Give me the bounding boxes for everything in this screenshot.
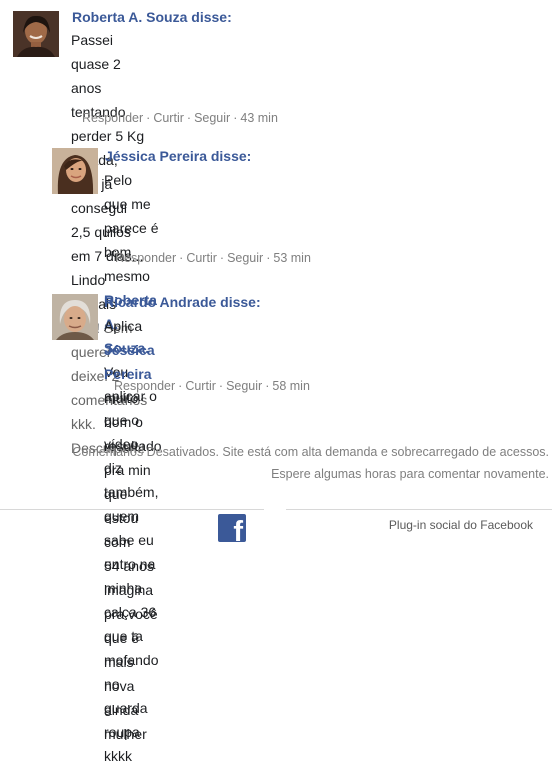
avatar-roberta[interactable] (13, 11, 59, 57)
avatar-photo-jessica (52, 148, 98, 194)
follow-link[interactable]: Seguir (226, 379, 262, 393)
mention-link[interactable]: Jéssica Pereira (104, 342, 155, 382)
comment-line: 54 anos imagina pra você que é mais nova… (104, 558, 158, 742)
follow-link[interactable]: Seguir (227, 251, 263, 265)
comments-disabled-notice: Comentários Desativados. Site está com a… (72, 445, 549, 459)
comment-text-segment: Aplica (104, 318, 143, 334)
separator: · (265, 379, 270, 393)
separator: · (179, 251, 184, 265)
separator: · (146, 111, 151, 125)
comment-text-segment: Pelo que me parece é bom mesmo (104, 172, 159, 284)
author-name[interactable]: Jéssica Pereira disse: (105, 147, 251, 165)
comment-actions: Responder · Curtir · Seguir · 58 min (114, 378, 310, 394)
comment-actions: Responder · Curtir · Seguir · 53 min (115, 250, 311, 266)
like-link[interactable]: Curtir (185, 379, 216, 393)
avatar-ricardo[interactable] (52, 294, 98, 340)
facebook-logo-icon[interactable]: f (218, 514, 246, 542)
comment-text-segment: muito bom o resultado pra min que estou … (104, 390, 162, 550)
comment-actions: Responder · Curtir · Seguir · 43 min (82, 110, 278, 126)
plugin-social-link[interactable]: Plug-in social do Facebook (389, 518, 533, 532)
separator: · (219, 251, 225, 265)
timestamp-link[interactable]: 58 min (272, 379, 310, 393)
author-name[interactable]: Ricardo Andrade disse: (104, 293, 261, 311)
separator: · (266, 251, 271, 265)
comment-line: Aplica Jéssica Pereira muito bom o resul… (104, 314, 162, 554)
author-name[interactable]: Roberta A. Souza disse: (72, 8, 232, 26)
separator: · (233, 111, 238, 125)
avatar-jessica[interactable] (52, 148, 98, 194)
facebook-logo-letter: f (233, 516, 243, 543)
reply-link[interactable]: Responder (82, 111, 143, 125)
separator: · (186, 111, 192, 125)
follow-link[interactable]: Seguir (194, 111, 230, 125)
comments-wait-notice: Espere algumas horas para comentar novam… (271, 467, 549, 481)
timestamp-link[interactable]: 53 min (273, 251, 311, 265)
separator: · (178, 379, 183, 393)
separator: · (218, 379, 224, 393)
footer-divider-left (0, 509, 264, 510)
reply-link[interactable]: Responder (115, 251, 176, 265)
footer-divider-right (286, 509, 552, 510)
like-link[interactable]: Curtir (153, 111, 184, 125)
timestamp-link[interactable]: 43 min (240, 111, 278, 125)
like-link[interactable]: Curtir (186, 251, 217, 265)
avatar-photo-roberta (13, 11, 59, 57)
avatar-photo-ricardo (52, 294, 98, 340)
reply-link[interactable]: Responder (114, 379, 175, 393)
